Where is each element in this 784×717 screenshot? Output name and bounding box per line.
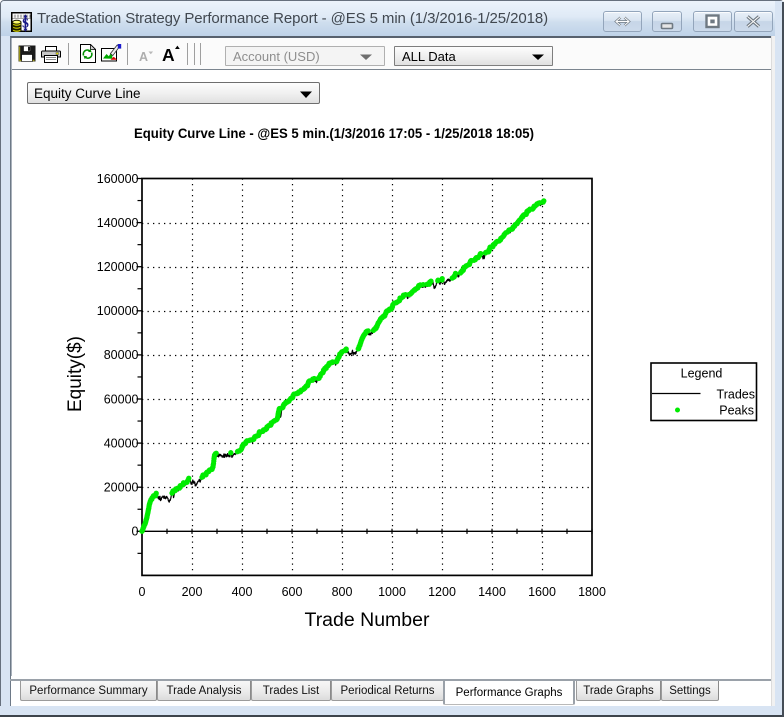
svg-text:Equity($): Equity($)	[65, 336, 86, 412]
svg-text:600: 600	[282, 585, 303, 599]
svg-text:0: 0	[139, 585, 146, 599]
svg-text:Peaks: Peaks	[719, 404, 754, 418]
svg-text:Trades: Trades	[717, 388, 755, 402]
svg-text:120000: 120000	[97, 260, 139, 274]
svg-text:140000: 140000	[97, 216, 139, 230]
svg-text:1000: 1000	[378, 585, 406, 599]
svg-text:60000: 60000	[104, 392, 139, 406]
svg-text:Trade Number: Trade Number	[305, 610, 431, 631]
svg-text:100000: 100000	[97, 304, 139, 318]
svg-text:400: 400	[232, 585, 253, 599]
svg-text:1600: 1600	[528, 585, 556, 599]
svg-text:40000: 40000	[104, 436, 139, 450]
svg-text:1200: 1200	[428, 585, 456, 599]
svg-text:1800: 1800	[578, 585, 606, 599]
svg-text:Equity Curve Line - @ES 5 min.: Equity Curve Line - @ES 5 min.(1/3/2016 …	[134, 126, 534, 141]
svg-text:80000: 80000	[104, 348, 139, 362]
svg-text:800: 800	[332, 585, 353, 599]
svg-text:20000: 20000	[104, 481, 139, 495]
svg-text:Legend: Legend	[681, 367, 723, 381]
svg-text:160000: 160000	[97, 172, 139, 186]
svg-text:1400: 1400	[478, 585, 506, 599]
svg-text:0: 0	[132, 525, 139, 539]
svg-text:200: 200	[182, 585, 203, 599]
